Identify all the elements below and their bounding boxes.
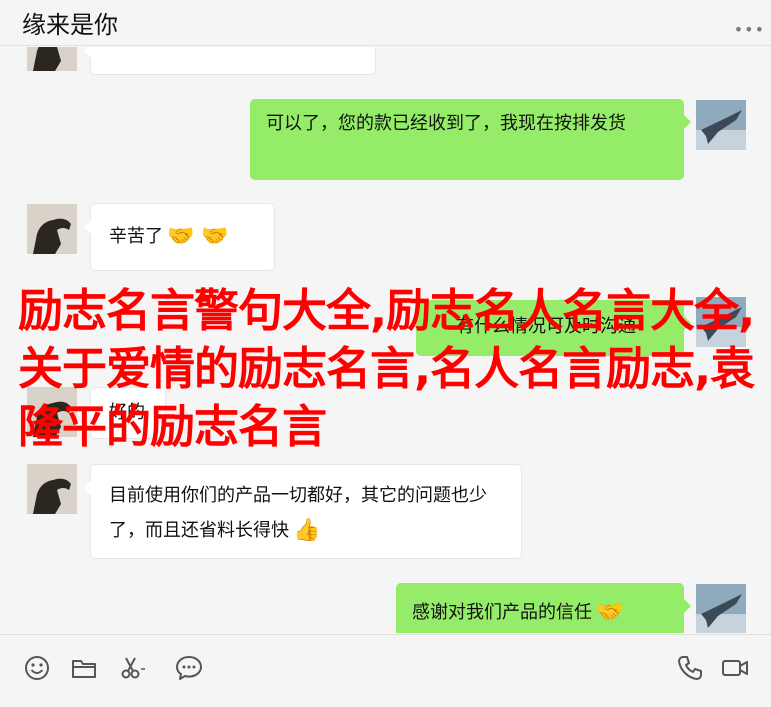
emoji-icon[interactable] <box>22 653 52 683</box>
chat-bubble-icon[interactable] <box>174 653 204 683</box>
contact-avatar[interactable] <box>27 464 77 514</box>
message-bubble[interactable]: 可以了，您的款已经收到了，我现在按排发货 <box>250 99 691 180</box>
phone-icon[interactable] <box>675 653 705 683</box>
handshake-emoji: 🤝 🤝 <box>167 224 229 249</box>
message-bubble[interactable]: 目前使用你们的产品一切都好，其它的问题也少了，而且还省料长得快 👍 <box>84 464 522 559</box>
more-options-icon[interactable]: ••• <box>734 20 765 39</box>
message-text: 可以了，您的款已经收到了，我现在按排发货 <box>266 113 626 134</box>
message-bubble[interactable] <box>84 47 376 75</box>
contact-avatar[interactable] <box>27 47 77 71</box>
headline-overlay: 励志名言警句大全,励志名人名言大全,关于爱情的励志名言,名人名言励志,袁隆平的励… <box>18 284 755 453</box>
message-text: 感谢对我们产品的信任 <box>412 602 592 623</box>
message-bubble[interactable]: 感谢对我们产品的信任 🤝 <box>396 583 691 633</box>
message-text: 辛苦了 <box>109 226 163 247</box>
input-toolbar <box>0 634 771 707</box>
video-icon[interactable] <box>720 653 750 683</box>
my-avatar[interactable] <box>696 584 746 633</box>
contact-avatar[interactable] <box>27 204 77 254</box>
my-avatar[interactable] <box>696 100 746 150</box>
handshake-emoji: 🤝 <box>596 600 624 625</box>
chat-title: 缘来是你 <box>22 11 118 39</box>
folder-icon[interactable] <box>69 653 99 683</box>
scissors-icon[interactable] <box>118 653 148 683</box>
thumbs-up-emoji: 👍 <box>293 518 321 543</box>
message-bubble[interactable]: 辛苦了 🤝 🤝 <box>84 203 275 271</box>
chat-header: 缘来是你 ••• <box>0 0 771 46</box>
